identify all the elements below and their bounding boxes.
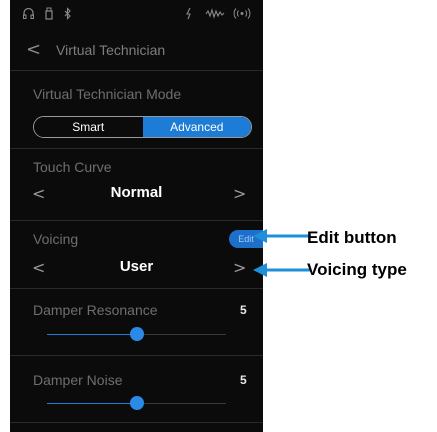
damper-resonance-slider-handle[interactable] [129,327,144,341]
voicing-label: Voicing [33,231,79,247]
headphones-icon [22,7,35,21]
edit-button-annotation: Edit button [307,228,397,247]
mode-label: Virtual Technician Mode [33,86,182,102]
damper-resonance-label: Damper Resonance [33,302,158,318]
status-bar [10,0,263,30]
waveform-icon [205,7,225,21]
mode-selector: Smart Advanced [33,116,252,138]
page-title: Virtual Technician [56,42,166,58]
damper-resonance-value: 5 [240,303,247,317]
damper-noise-fill [47,403,137,404]
voicing-type-arrow-icon [253,263,311,277]
voicing-next-icon[interactable]: > [233,258,246,277]
touch-curve-value: Normal [110,184,163,201]
touch-curve-prev-icon[interactable]: < [32,184,45,203]
voicing-type-value: User [119,258,154,275]
audio-icon [185,7,193,21]
touch-curve-picker: Normal < > [10,182,263,206]
damper-resonance-section: Damper Resonance 5 [10,289,263,356]
mode-section: Virtual Technician Mode Smart Advanced [10,71,263,149]
damper-resonance-fill [47,334,137,335]
voicing-type-picker: User < > [10,256,263,280]
usb-icon [44,7,54,21]
wireless-icon [232,7,252,21]
voicing-prev-icon[interactable]: < [32,258,45,277]
header-bar: < Virtual Technician [10,30,263,71]
damper-noise-value: 5 [240,373,247,387]
touch-curve-next-icon[interactable]: > [233,184,246,203]
damper-noise-label: Damper Noise [33,372,123,388]
mode-option-smart[interactable]: Smart [34,117,143,137]
touch-curve-section: Touch Curve Normal < > [10,149,263,221]
bluetooth-icon [64,7,72,21]
mode-option-advanced[interactable]: Advanced [142,117,251,137]
damper-noise-slider-handle[interactable] [129,396,144,410]
edit-button-arrow-icon [253,229,311,243]
voicing-section: Voicing Edit User < > [10,221,263,289]
back-icon[interactable]: < [26,40,41,60]
touch-curve-label: Touch Curve [33,159,112,175]
damper-noise-section: Damper Noise 5 [10,356,263,423]
app-screen: < Virtual Technician Virtual Technician … [10,0,263,432]
voicing-type-annotation: Voicing type [307,260,407,279]
